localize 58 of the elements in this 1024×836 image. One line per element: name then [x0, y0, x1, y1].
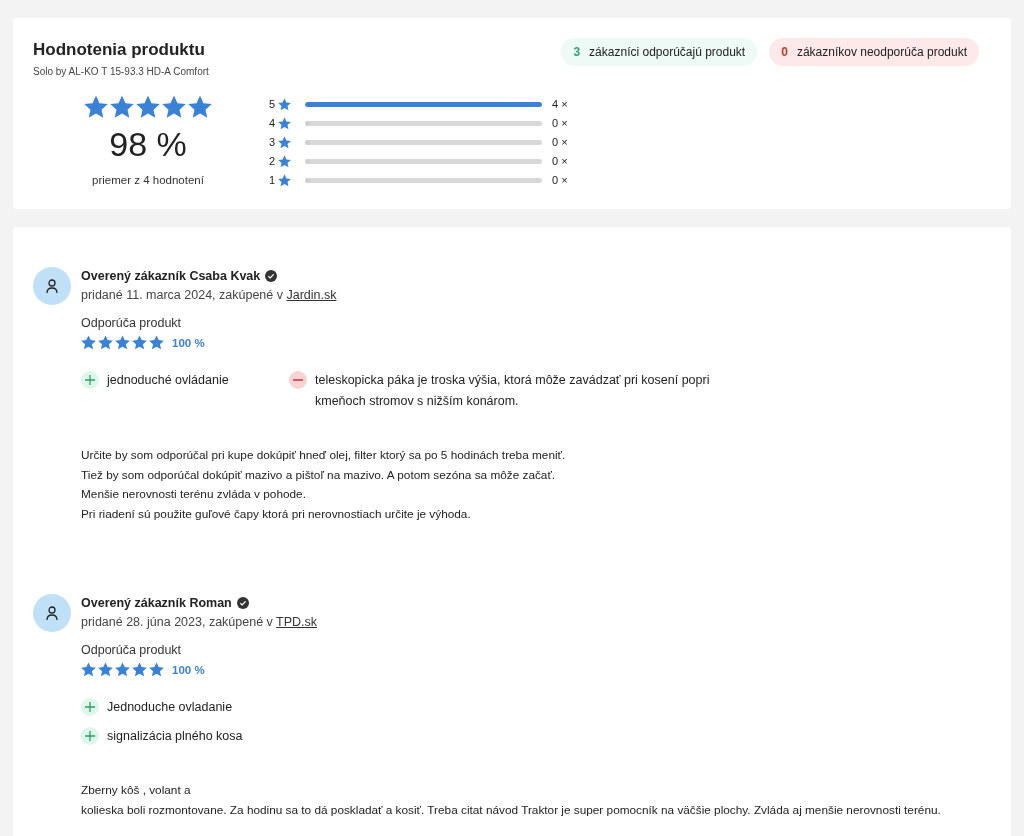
- star-icon: [132, 662, 147, 677]
- avatar-icon: [33, 594, 71, 632]
- pro-text: jednoduché ovládanie: [107, 372, 229, 389]
- shop-link[interactable]: Jardin.sk: [286, 288, 337, 302]
- average-score: 98 %: [109, 125, 187, 164]
- star-icon: [278, 135, 291, 149]
- star-icon: [115, 335, 130, 350]
- rating-label: 4: [269, 117, 277, 129]
- star-icon: [278, 154, 291, 168]
- rating-label: 2: [269, 155, 277, 167]
- review-score: 100 %: [172, 663, 205, 676]
- star-icon: [162, 95, 186, 119]
- rating-count: 4 ×: [552, 98, 568, 110]
- product-name: Solo by AL-KO T 15-93.3 HD-A Comfort: [33, 66, 209, 77]
- avatar-icon: [33, 267, 71, 305]
- rating-label: 1: [269, 174, 277, 186]
- star-icon: [98, 335, 113, 350]
- star-icon: [81, 335, 96, 350]
- star-icon: [136, 95, 160, 119]
- star-icon: [149, 662, 164, 677]
- review-text: Zberny kôš , volant a kolieska boli rozmontovane. Za hodinu sa to dá poskladať a kosiť. Treba citat návod Traktor je super pomocník na väčšie plochy. Zvláda aj menšie nerovnosti terénu.: [81, 782, 941, 819]
- minus-icon: [289, 371, 307, 389]
- recommendation-label: Odporúča produkt: [81, 316, 183, 330]
- plus-icon: [81, 727, 99, 745]
- star-icon: [98, 662, 113, 677]
- star-icon: [278, 116, 291, 130]
- recommend-badge: 3 zákazníci odporúčajú produkt: [561, 38, 758, 66]
- rating-label: 5: [269, 98, 277, 110]
- star-icon: [278, 97, 291, 111]
- not-recommend-badge: 0 zákazníkov neodporúča produkt: [769, 38, 979, 66]
- review-meta: pridané 11. marca 2024, zakúpené v: [81, 288, 283, 302]
- shop-link[interactable]: TPD.sk: [276, 615, 318, 629]
- pro-text: signalizácia plného kosa: [107, 728, 243, 745]
- reviewer-name: Overený zákazník Roman: [81, 596, 232, 610]
- review-score: 100 %: [172, 336, 205, 349]
- star-icon: [132, 335, 147, 350]
- rating-count: 0 ×: [552, 174, 568, 186]
- rating-label: 3: [269, 136, 277, 148]
- rating-count: 0 ×: [552, 117, 568, 129]
- star-icon: [188, 95, 212, 119]
- star-icon: [81, 662, 96, 677]
- pro-text: Jednoduche ovladanie: [107, 699, 233, 716]
- reviewer-name: Overený zákazník Csaba Kvak: [81, 269, 261, 283]
- section-title: Hodnotenia produktu: [33, 40, 206, 60]
- review-meta: pridané 28. júna 2023, zakúpené v: [81, 615, 273, 629]
- rating-count: priemer z 4 hodnotení: [92, 174, 204, 186]
- star-icon: [84, 95, 108, 119]
- plus-icon: [81, 371, 99, 389]
- review-text: Určite by som odporúčal pri kupe dokúpiť hneď olej, filter ktorý sa po 5 hodinách treba meniť. Tiež by som odporúčal dokúpiť mazivo a pištoľ na mazivo. A potom sezóna sa môže začať. Menšie nerovnosti terénu zvláda v pohode. Pri riadení sú použite guľové čapy ktorá pri nerovnostiach určite je výhoda.: [81, 447, 567, 523]
- star-icon: [149, 335, 164, 350]
- recommendation-label: Odporúča produkt: [81, 643, 183, 657]
- con-text: teleskopicka páka je troska výšia, ktorá môže zavádzať pri kosení popri kmeňoch stromov s nižším konárom.: [315, 372, 711, 410]
- star-icon: [278, 173, 291, 187]
- star-icon: [115, 662, 130, 677]
- rating-count: 0 ×: [552, 155, 568, 167]
- plus-icon: [81, 698, 99, 716]
- rating-count: 0 ×: [552, 136, 568, 148]
- star-icon: [110, 95, 134, 119]
